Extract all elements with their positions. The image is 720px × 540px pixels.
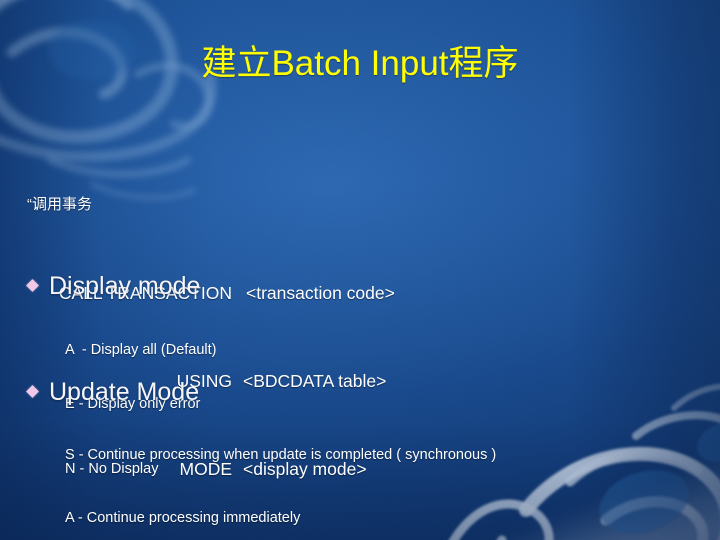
list-item: A - Display all (Default) xyxy=(65,342,217,358)
section-heading-label: Display mode xyxy=(49,272,201,300)
list-item: A - Continue processing immediately xyxy=(65,509,301,526)
slide-title: 建立Batch Input程序 xyxy=(201,44,519,83)
list-item: S - Continue processing when update is c… xyxy=(65,447,497,463)
section-items-update-mode: S - Continue processing when update is c… xyxy=(65,411,496,540)
code-value: <transaction code> xyxy=(246,283,395,303)
section-heading-update-mode: Update Mode xyxy=(26,378,200,406)
code-comment: “调用事务 xyxy=(27,196,92,213)
section-heading-label: Update Mode xyxy=(49,378,200,406)
diamond-bullet-icon xyxy=(26,279,39,292)
section-heading-display-mode: Display mode xyxy=(26,272,201,300)
code-value: <BDCDATA table> xyxy=(243,371,387,391)
slide-canvas: 建立Batch Input程序 “调用事务 CALL TRANSACTION <… xyxy=(0,0,720,540)
diamond-bullet-icon xyxy=(26,385,39,398)
